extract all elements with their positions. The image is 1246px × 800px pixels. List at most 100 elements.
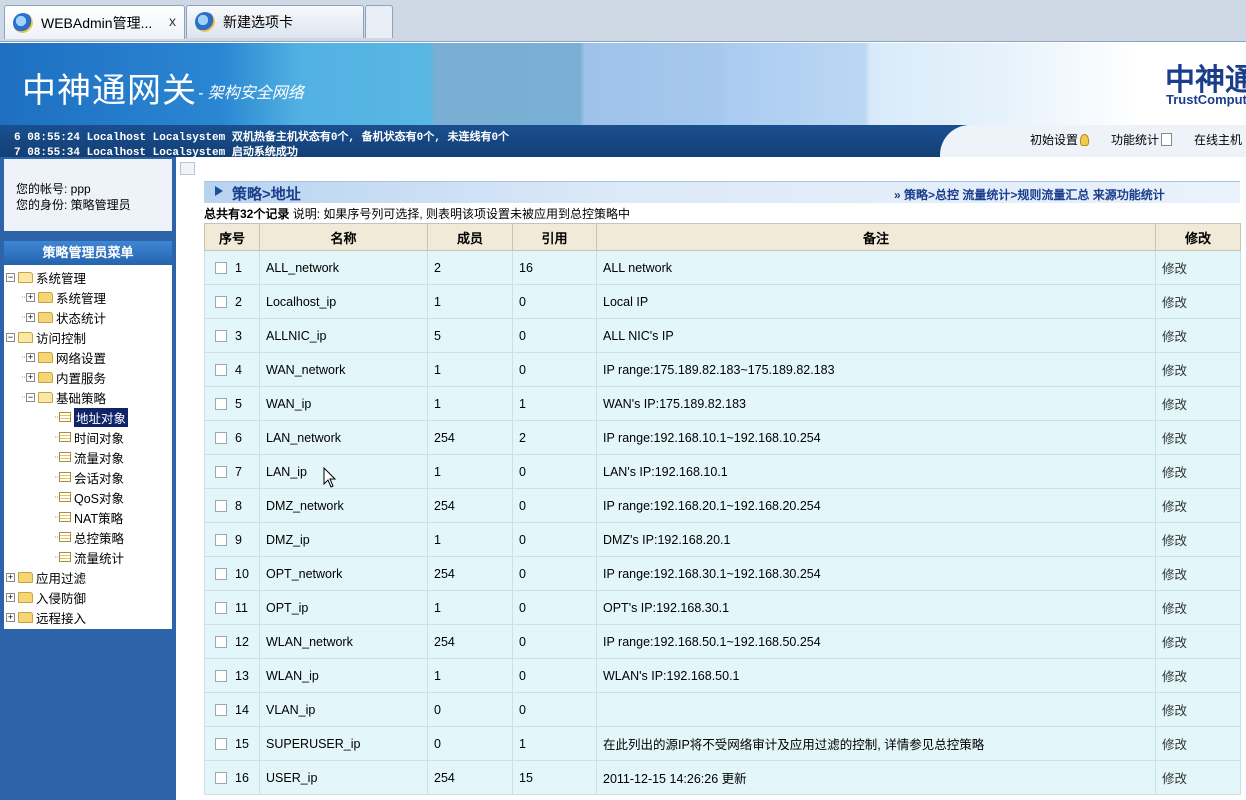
- edit-link[interactable]: 修改: [1162, 466, 1187, 480]
- edit-link[interactable]: 修改: [1162, 772, 1187, 786]
- expand-icon[interactable]: +: [6, 612, 15, 622]
- row-checkbox[interactable]: [215, 330, 227, 343]
- row-checkbox[interactable]: [215, 602, 227, 615]
- collapse-icon[interactable]: −: [26, 392, 35, 402]
- row-checkbox[interactable]: [215, 772, 227, 785]
- row-index-cell: 2: [204, 284, 260, 319]
- edit-link[interactable]: 修改: [1162, 330, 1187, 344]
- menu-item[interactable]: + 系统管理: [26, 287, 106, 307]
- expand-icon[interactable]: +: [6, 572, 15, 582]
- row-checkbox[interactable]: [215, 704, 227, 717]
- table-row: 5 WAN_ip 1 1 WAN's IP:175.189.82.183 修改: [204, 386, 1241, 421]
- ie-icon: [195, 12, 215, 32]
- record-summary: 总共有32个记录 说明: 如果序号列可选择, 则表明该项设置未被应用到总控策略中: [204, 205, 630, 222]
- row-number: 6: [235, 430, 242, 445]
- menu-item[interactable]: − 系统管理: [6, 267, 86, 287]
- row-checkbox[interactable]: [215, 670, 227, 683]
- menu-item[interactable]: 流量统计: [59, 547, 124, 567]
- menu-item[interactable]: + 网络设置: [26, 347, 106, 367]
- row-checkbox[interactable]: [215, 398, 227, 411]
- edit-link[interactable]: 修改: [1162, 568, 1187, 582]
- folder-icon: [18, 591, 33, 603]
- bulb-icon: [1080, 133, 1090, 146]
- collapse-icon[interactable]: −: [6, 332, 15, 342]
- expand-icon[interactable]: +: [26, 292, 35, 302]
- close-tab-icon[interactable]: x: [169, 13, 176, 29]
- row-checkbox[interactable]: [215, 636, 227, 649]
- edit-link[interactable]: 修改: [1162, 432, 1187, 446]
- row-number: 1: [235, 260, 242, 275]
- menu-item[interactable]: NAT策略: [59, 507, 123, 527]
- table-row: 14 VLAN_ip 0 0 修改: [204, 692, 1241, 727]
- edit-cell: 修改: [1155, 726, 1241, 761]
- menu-item-label: 应用过滤: [36, 571, 87, 586]
- menu-item[interactable]: + 内置服务: [26, 367, 106, 387]
- page-icon: [59, 452, 71, 462]
- menu-item[interactable]: 地址对象: [59, 407, 129, 427]
- expand-icon[interactable]: +: [26, 352, 35, 362]
- row-checkbox[interactable]: [215, 466, 227, 479]
- edit-link[interactable]: 修改: [1162, 534, 1187, 548]
- name-cell: WLAN_ip: [259, 658, 428, 693]
- row-checkbox[interactable]: [215, 296, 227, 309]
- edit-link[interactable]: 修改: [1162, 364, 1187, 378]
- row-index-cell: 1: [204, 250, 260, 285]
- edit-link[interactable]: 修改: [1162, 500, 1187, 514]
- name-cell: LAN_network: [259, 420, 428, 455]
- menu-item-label: 会话对象: [74, 471, 125, 486]
- row-checkbox[interactable]: [215, 568, 227, 581]
- row-checkbox[interactable]: [215, 534, 227, 547]
- header-banner: 中神通网关 - 架构安全网络 中神通 TrustComputing: [0, 43, 1246, 125]
- name-cell: DMZ_ip: [259, 522, 428, 557]
- page-icon: [59, 492, 71, 502]
- remark-cell: ALL network: [596, 250, 1156, 285]
- new-tab-button[interactable]: [365, 5, 393, 38]
- menu-item[interactable]: 总控策略: [59, 527, 124, 547]
- menu-item[interactable]: 时间对象: [59, 427, 124, 447]
- collapse-icon[interactable]: −: [6, 272, 15, 282]
- tab-webadmin[interactable]: WEBAdmin管理... x: [4, 5, 185, 39]
- account-info: 您的帐号: ppp 您的身份: 策略管理员: [4, 159, 172, 231]
- remark-cell: 在此列出的源IP将不受网络审计及应用过滤的控制, 详情参见总控策略: [596, 726, 1156, 761]
- expand-icon[interactable]: +: [6, 592, 15, 602]
- references-cell: 0: [512, 556, 597, 591]
- edit-link[interactable]: 修改: [1162, 738, 1187, 752]
- row-checkbox[interactable]: [215, 500, 227, 513]
- online-hosts-link[interactable]: 在线主机: [1194, 131, 1242, 148]
- references-cell: 0: [512, 284, 597, 319]
- name-cell: WLAN_network: [259, 624, 428, 659]
- menu-item[interactable]: 流量对象: [59, 447, 124, 467]
- menu-item[interactable]: 会话对象: [59, 467, 124, 487]
- edit-link[interactable]: 修改: [1162, 704, 1187, 718]
- menu-item[interactable]: + 状态统计: [26, 307, 106, 327]
- menu-item[interactable]: − 访问控制: [6, 327, 86, 347]
- references-cell: 1: [512, 386, 597, 421]
- row-checkbox[interactable]: [215, 364, 227, 377]
- initial-settings-link[interactable]: 初始设置: [1030, 131, 1090, 148]
- row-checkbox[interactable]: [215, 432, 227, 445]
- menu-item[interactable]: + 远程接入: [6, 607, 86, 627]
- edit-link[interactable]: 修改: [1162, 398, 1187, 412]
- edit-link[interactable]: 修改: [1162, 602, 1187, 616]
- menu-item[interactable]: + 应用过滤: [6, 567, 86, 587]
- edit-link[interactable]: 修改: [1162, 262, 1187, 276]
- collapse-frame-button[interactable]: [180, 162, 195, 175]
- edit-cell: 修改: [1155, 522, 1241, 557]
- edit-link[interactable]: 修改: [1162, 636, 1187, 650]
- menu-item[interactable]: − 基础策略: [26, 387, 106, 407]
- references-cell: 0: [512, 352, 597, 387]
- page-icon: [59, 472, 71, 482]
- row-checkbox[interactable]: [215, 738, 227, 751]
- row-checkbox[interactable]: [215, 262, 227, 275]
- edit-link[interactable]: 修改: [1162, 296, 1187, 310]
- references-cell: 2: [512, 420, 597, 455]
- quick-links[interactable]: » 策略>总控 流量统计>规则流量汇总 来源功能统计: [894, 186, 1165, 203]
- menu-item[interactable]: + 入侵防御: [6, 587, 86, 607]
- expand-icon[interactable]: +: [26, 372, 35, 382]
- tab-new[interactable]: 新建选项卡: [186, 5, 364, 38]
- feature-stats-link[interactable]: 功能统计: [1111, 131, 1173, 148]
- menu-item[interactable]: QoS对象: [59, 487, 124, 507]
- expand-icon[interactable]: +: [26, 312, 35, 322]
- edit-link[interactable]: 修改: [1162, 670, 1187, 684]
- menu-item-label: 内置服务: [56, 371, 107, 386]
